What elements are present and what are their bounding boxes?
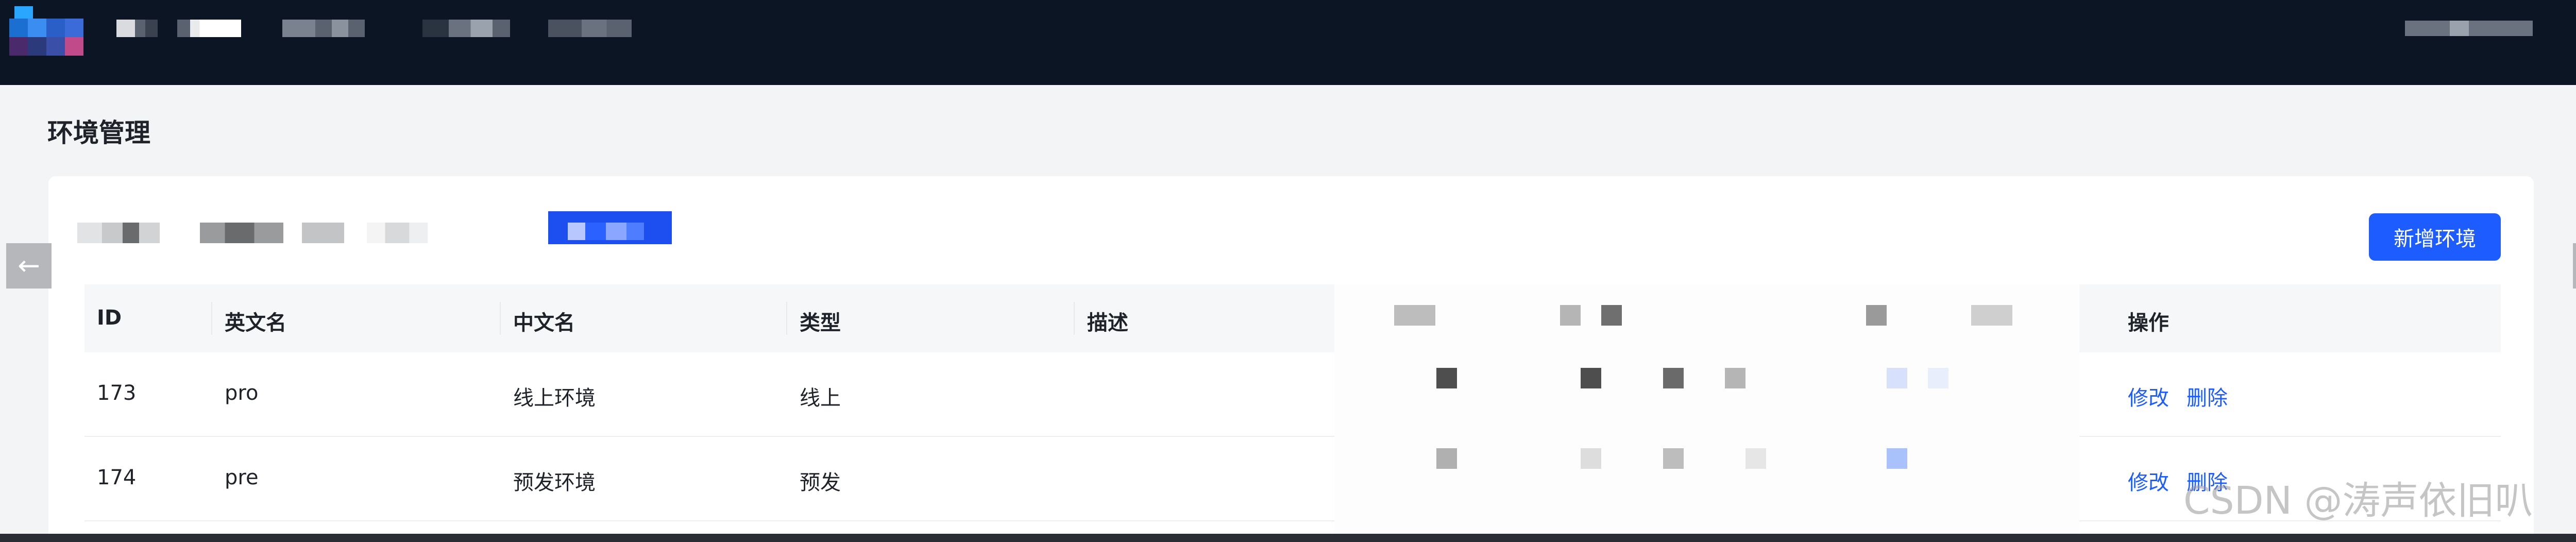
logo[interactable] xyxy=(9,6,97,58)
nav-item-3[interactable] xyxy=(282,20,365,37)
cell-name-cn: 线上环境 xyxy=(513,386,596,410)
filter-field-3[interactable] xyxy=(302,223,344,243)
table-row: 174 pre 预发环境 预发 修改 删除 xyxy=(84,437,2501,521)
edit-link[interactable]: 修改 xyxy=(2128,466,2169,496)
nav-item-1[interactable] xyxy=(116,20,158,37)
filter-field-2[interactable] xyxy=(200,223,283,243)
edit-link[interactable]: 修改 xyxy=(2128,381,2169,411)
nav-item-4[interactable] xyxy=(422,20,510,37)
column-header-desc: 描述 xyxy=(1087,311,1128,335)
column-header-name-cn: 中文名 xyxy=(513,311,575,335)
search-button[interactable] xyxy=(548,211,672,244)
bottom-strip xyxy=(0,534,2576,542)
column-header-actions: 操作 xyxy=(2128,311,2169,335)
cell-name-cn: 预发环境 xyxy=(513,471,596,495)
column-header-name-en: 英文名 xyxy=(225,311,286,335)
page-title: 环境管理 xyxy=(47,118,150,148)
delete-link[interactable]: 删除 xyxy=(2187,381,2228,411)
column-divider xyxy=(211,302,212,335)
nav-item-5[interactable] xyxy=(548,20,632,37)
filter-field-1[interactable] xyxy=(77,223,160,243)
cell-type: 预发 xyxy=(800,471,841,495)
nav-item-2[interactable] xyxy=(177,20,241,37)
cell-id: 174 xyxy=(97,466,137,489)
cell-type: 线上 xyxy=(800,386,841,410)
column-header-type: 类型 xyxy=(800,311,841,335)
column-header-id: ID xyxy=(97,306,122,330)
column-divider xyxy=(500,302,501,335)
arrow-left-icon[interactable]: ← xyxy=(6,243,52,289)
column-divider xyxy=(1074,302,1075,335)
obscured-columns xyxy=(1334,284,2079,542)
table-header: ID 英文名 中文名 类型 描述 操作 xyxy=(84,284,2501,352)
cell-id: 173 xyxy=(97,381,137,405)
cell-name-en: pro xyxy=(225,381,259,405)
user-menu[interactable] xyxy=(2572,21,2576,36)
add-environment-button[interactable]: 新增环境 xyxy=(2369,213,2501,261)
column-divider xyxy=(786,302,787,335)
cell-name-en: pre xyxy=(225,466,259,489)
arrow-right-icon[interactable]: → xyxy=(2573,243,2576,289)
table-row: 173 pro 线上环境 线上 修改 删除 xyxy=(84,352,2501,437)
top-navigation-bar xyxy=(0,0,2576,85)
watermark: CSDN @涛声依旧叭 xyxy=(2183,479,2533,523)
filter-field-4[interactable] xyxy=(367,223,428,243)
user-info[interactable] xyxy=(2405,21,2533,36)
